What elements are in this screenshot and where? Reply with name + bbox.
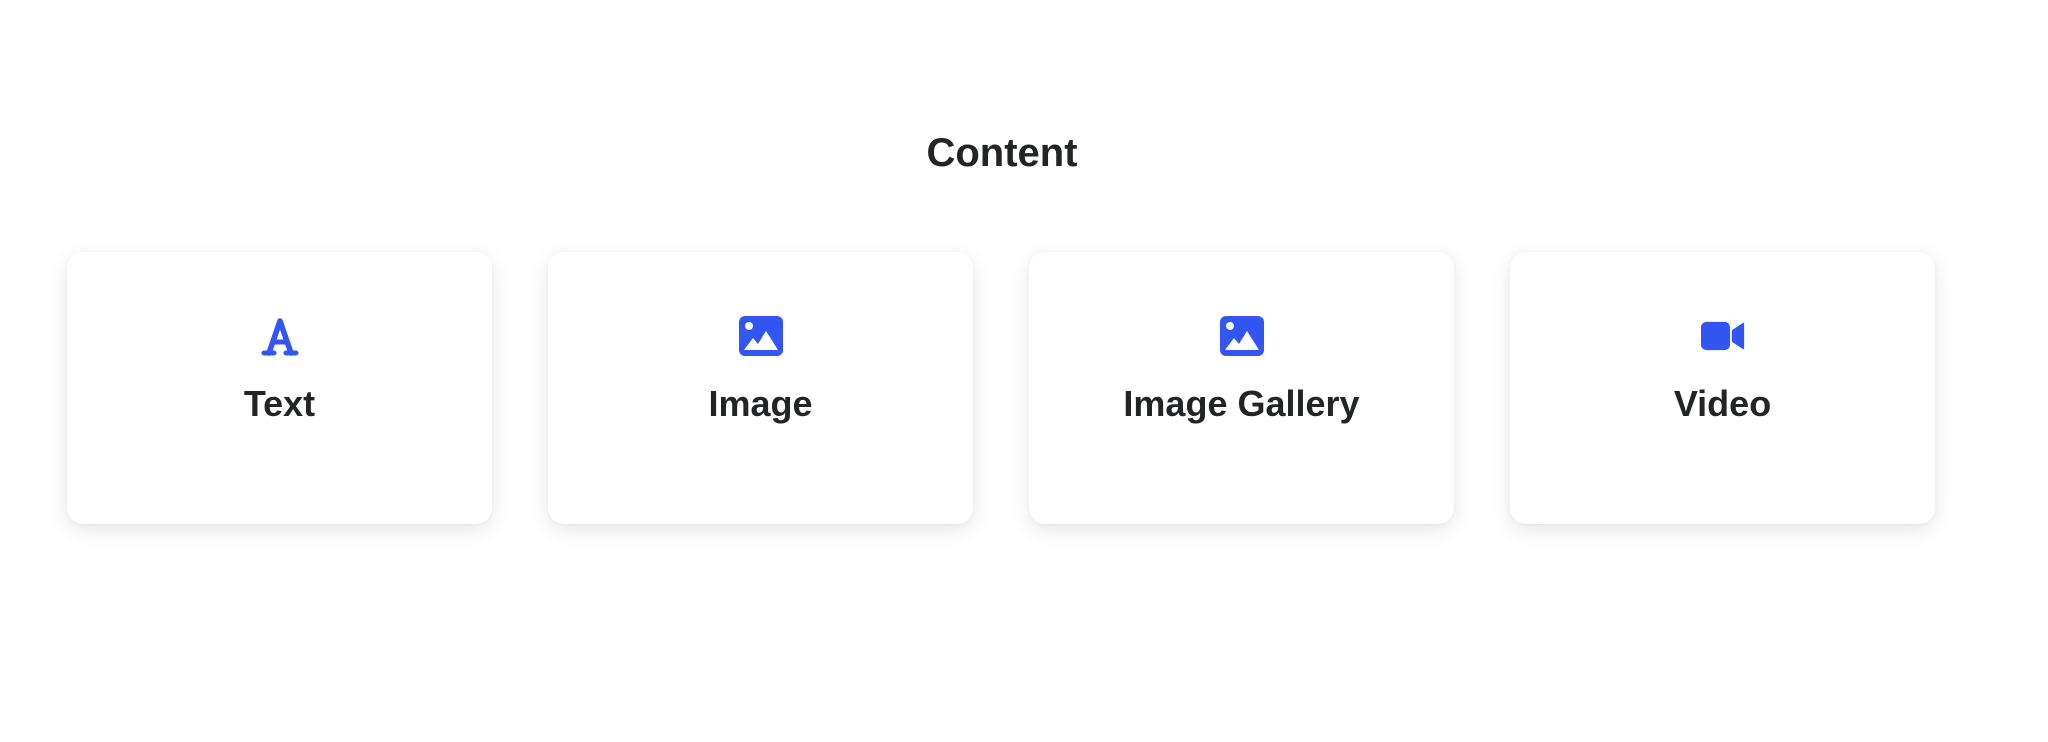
section-title: Content: [926, 131, 1078, 175]
image-icon: [1219, 314, 1264, 358]
image-card[interactable]: Image: [548, 252, 973, 524]
video-card[interactable]: Video: [1510, 252, 1935, 524]
video-card-label: Video: [1673, 383, 1772, 424]
image-card-label: Image: [708, 383, 813, 424]
image-gallery-card-label: Image Gallery: [1123, 383, 1360, 424]
text-font-icon: [258, 314, 302, 358]
image-icon: [738, 314, 783, 358]
text-card[interactable]: Text: [67, 252, 492, 524]
text-card-label: Text: [243, 383, 316, 424]
content-type-cards: Text Image Image Gallery Video: [67, 252, 1935, 524]
image-gallery-card[interactable]: Image Gallery: [1029, 252, 1454, 524]
video-camera-icon: [1700, 314, 1745, 358]
